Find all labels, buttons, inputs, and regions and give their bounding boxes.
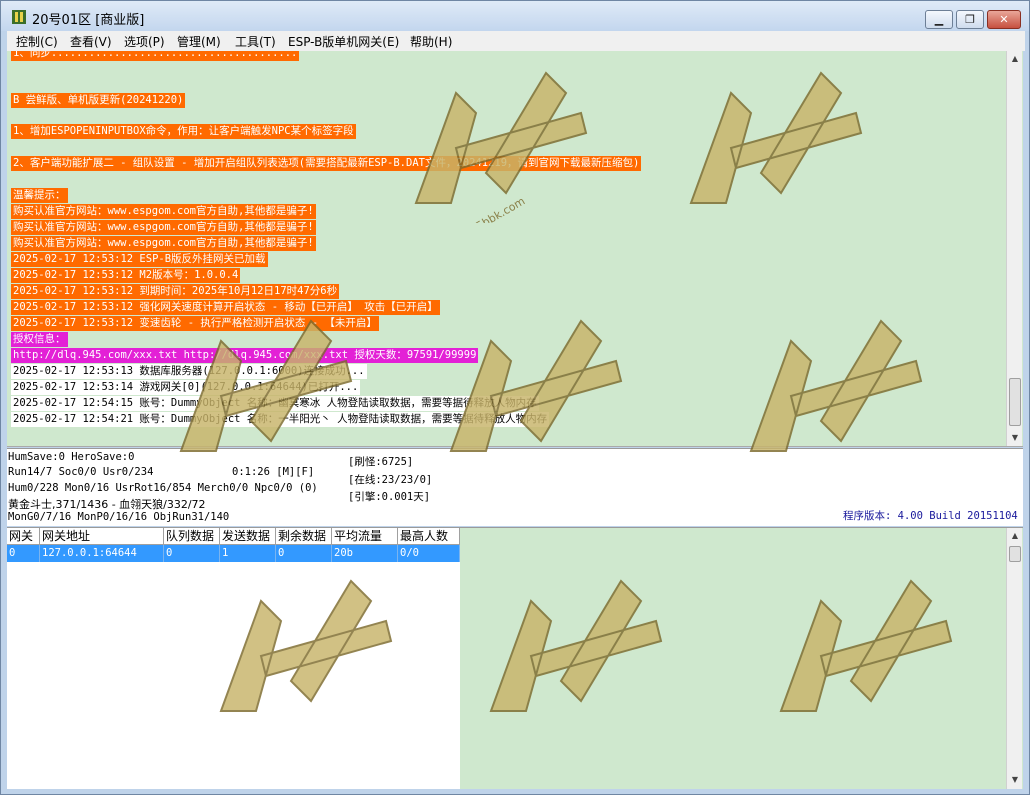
table-cell: 1	[220, 545, 276, 562]
column-header[interactable]: 网关地址	[40, 528, 164, 545]
log-line: 购买认准官方网站：www.espgom.com官方自助,其他都是骗子!	[11, 220, 316, 235]
scroll-down-arrow-icon[interactable]: ▼	[1007, 772, 1023, 788]
gateway-grid[interactable]: 网关 网关地址 队列数据 发送数据 剩余数据 平均流量 最高人数 0 127.0…	[7, 527, 1023, 789]
table-cell: 0	[7, 545, 40, 562]
column-header[interactable]: 平均流量	[332, 528, 398, 545]
log-line: 温馨提示：	[11, 188, 68, 203]
menu-help[interactable]: 帮助(H)	[410, 33, 452, 50]
status-hum: Hum0/228 Mon0/16 UsrRot16/854 Merch0/0 N…	[8, 482, 318, 494]
build-version: 程序版本: 4.00 Build 20151104	[843, 510, 1018, 522]
log-line: 2025-02-17 12:54:15 账号：DummyObject 名称：幽冥…	[11, 396, 539, 411]
menu-control[interactable]: 控制(C)	[16, 33, 58, 50]
status-refresh: [刷怪:6725]	[348, 456, 414, 468]
app-window: 20号01区 [商业版] ▁ ❐ ✕ 控制(C) 查看(V) 选项(P) 管理(…	[0, 0, 1030, 795]
menu-tools[interactable]: 工具(T)	[235, 33, 276, 50]
log-line: 2025-02-17 12:54:21 账号：DummyObject 名称：一半…	[11, 412, 550, 427]
log-line: 购买认准官方网站：www.espgom.com官方自助,其他都是骗子!	[11, 236, 316, 251]
log-pane[interactable]: 1、同步....................................…	[7, 51, 1023, 447]
grid-scrollbar[interactable]: ▲ ▼	[1006, 528, 1022, 789]
scroll-up-arrow-icon[interactable]: ▲	[1007, 51, 1023, 67]
menu-options[interactable]: 选项(P)	[124, 33, 165, 50]
log-line: 2025-02-17 12:53:12 ESP-B版反外挂网关已加载	[11, 252, 268, 267]
status-mong: MonG0/7/16 MonP0/16/16 ObjRun31/140	[8, 511, 230, 523]
table-cell: 20b	[332, 545, 398, 562]
log-line: 1、同步....................................…	[11, 51, 300, 61]
maximize-button[interactable]: ❐	[956, 10, 984, 29]
grid-empty-area	[7, 562, 460, 789]
title-bar[interactable]: 20号01区 [商业版] ▁ ❐ ✕	[1, 1, 1029, 31]
log-line: 2025-02-17 12:53:13 数据库服务器(127.0.0.1:600…	[11, 364, 367, 379]
window-title: 20号01区 [商业版]	[32, 13, 145, 28]
log-line: 2025-02-17 12:53:12 强化网关速度计算开启状态 - 移动【已开…	[11, 300, 440, 315]
close-button[interactable]: ✕	[987, 10, 1021, 29]
status-save: HumSave:0 HeroSave:0	[8, 451, 135, 463]
table-cell: 0	[276, 545, 332, 562]
scroll-down-arrow-icon[interactable]: ▼	[1007, 430, 1023, 446]
table-cell: 127.0.0.1:64644	[40, 545, 164, 562]
status-run: Run14/7 Soc0/0 Usr0/234	[8, 466, 154, 478]
log-line: http://dlq.945.com/xxx.txt http://dlq.94…	[11, 348, 479, 363]
status-runtime: 0:1:26 [M][F]	[232, 466, 315, 478]
log-line: 2025-02-17 12:53:12 M2版本号：1.0.0.4	[11, 268, 241, 283]
column-header[interactable]: 网关	[7, 528, 40, 545]
status-online: [在线:23/23/0]	[348, 474, 433, 486]
log-line: B 尝鲜版、单机版更新(20241220)	[11, 93, 186, 108]
menu-espb-gateway[interactable]: ESP-B版单机网关(E)	[288, 33, 399, 50]
log-line: 2、客户端功能扩展二 - 组队设置 - 增加开启组队列表选项(需要搭配最新ESP…	[11, 156, 642, 171]
scroll-thumb[interactable]	[1009, 378, 1021, 426]
log-line: 授权信息：	[11, 332, 68, 347]
menu-manage[interactable]: 管理(M)	[177, 33, 221, 50]
app-icon	[12, 10, 26, 24]
status-monster: 黄金斗士,371/1436 - 血翎天狼/332/72	[8, 498, 206, 511]
scroll-thumb[interactable]	[1009, 546, 1021, 562]
log-line: 1、增加ESPOPENINPUTBOX命令，作用：让客户端触发NPC某个标签字段	[11, 124, 356, 139]
log-line: 2025-02-17 12:53:12 变速齿轮 - 执行严格检测开启状态 - …	[11, 316, 379, 331]
column-header[interactable]: 最高人数	[398, 528, 460, 545]
menu-view[interactable]: 查看(V)	[70, 33, 112, 50]
status-engine: [引擎:0.001天]	[348, 491, 431, 503]
column-header[interactable]: 发送数据	[220, 528, 276, 545]
column-header[interactable]: 剩余数据	[276, 528, 332, 545]
log-scrollbar[interactable]: ▲ ▼	[1006, 51, 1023, 446]
column-header[interactable]: 队列数据	[164, 528, 220, 545]
log-line: 2025-02-17 12:53:14 游戏网关[0](127.0.0.1:64…	[11, 380, 361, 395]
menu-bar: 控制(C) 查看(V) 选项(P) 管理(M) 工具(T) ESP-B版单机网关…	[7, 31, 1025, 51]
table-cell: 0	[164, 545, 220, 562]
status-pane: HumSave:0 HeroSave:0 Run14/7 Soc0/0 Usr0…	[7, 448, 1023, 526]
minimize-button[interactable]: ▁	[925, 10, 953, 29]
table-cell: 0/0	[398, 545, 460, 562]
log-line: 购买认准官方网站：www.espgom.com官方自助,其他都是骗子!	[11, 204, 316, 219]
log-line: 2025-02-17 12:53:12 到期时间：2025年10月12日17时4…	[11, 284, 340, 299]
scroll-up-arrow-icon[interactable]: ▲	[1007, 528, 1023, 544]
